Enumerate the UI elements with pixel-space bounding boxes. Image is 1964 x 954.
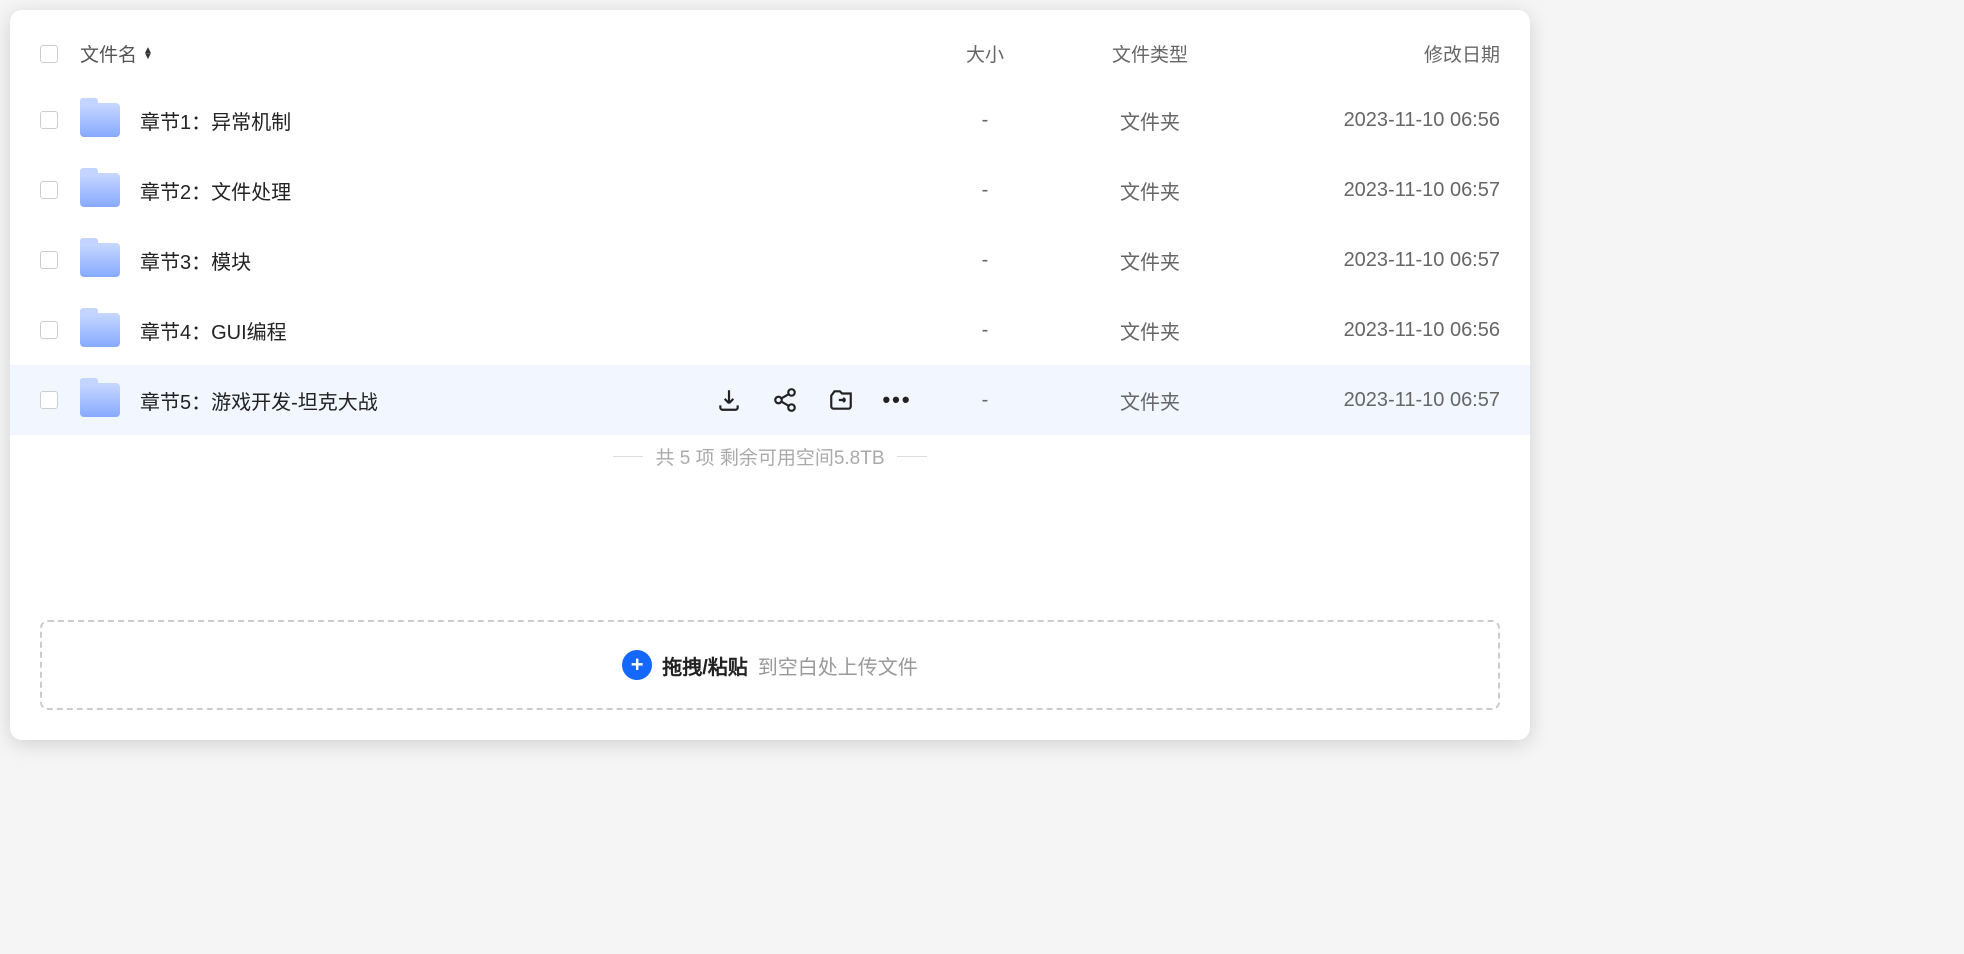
- file-size: -: [910, 249, 1060, 272]
- table-header: 文件名 大小 文件类型 修改日期: [10, 30, 1530, 85]
- column-header-size[interactable]: 大小: [910, 40, 1060, 67]
- row-checkbox[interactable]: [40, 181, 58, 199]
- row-checkbox[interactable]: [40, 391, 58, 409]
- column-header-date[interactable]: 修改日期: [1240, 40, 1500, 67]
- file-date: 2023-11-10 06:57: [1240, 179, 1500, 202]
- folder-icon: [80, 313, 120, 347]
- file-type: 文件夹: [1060, 316, 1240, 345]
- file-size: -: [910, 389, 1060, 412]
- file-date: 2023-11-10 06:57: [1240, 389, 1500, 412]
- file-table: 文件名 大小 文件类型 修改日期 章节1：异常机制: [10, 10, 1530, 610]
- column-header-type[interactable]: 文件类型: [1060, 40, 1240, 67]
- file-type: 文件夹: [1060, 176, 1240, 205]
- file-name: 章节1：异常机制: [140, 106, 291, 135]
- move-icon[interactable]: [828, 387, 854, 413]
- row-checkbox[interactable]: [40, 321, 58, 339]
- table-row[interactable]: 章节1：异常机制 ••• - 文件夹 2023-11-10 06:56: [10, 85, 1530, 155]
- table-row[interactable]: 章节3：模块 ••• - 文件夹 2023-11-10 06:57: [10, 225, 1530, 295]
- column-header-name[interactable]: 文件名: [80, 40, 910, 67]
- table-row[interactable]: 章节2：文件处理 ••• - 文件夹 2023-11-10 06:57: [10, 155, 1530, 225]
- file-name: 章节4：GUI编程: [140, 316, 287, 345]
- folder-icon: [80, 383, 120, 417]
- file-date: 2023-11-10 06:56: [1240, 319, 1500, 342]
- table-row[interactable]: 章节4：GUI编程 ••• - 文件夹 2023-11-10 06:56: [10, 295, 1530, 365]
- file-date: 2023-11-10 06:57: [1240, 249, 1500, 272]
- row-checkbox[interactable]: [40, 251, 58, 269]
- file-type: 文件夹: [1060, 106, 1240, 135]
- file-name: 章节5：游戏开发-坦克大战: [140, 386, 378, 415]
- file-date: 2023-11-10 06:56: [1240, 109, 1500, 132]
- file-name: 章节2：文件处理: [140, 176, 291, 205]
- row-checkbox[interactable]: [40, 111, 58, 129]
- folder-icon: [80, 243, 120, 277]
- table-row[interactable]: 章节5：游戏开发-坦克大战 ••• - 文件夹 2023-11-10 06:57: [10, 365, 1530, 435]
- file-size: -: [910, 319, 1060, 342]
- file-name: 章节3：模块: [140, 246, 251, 275]
- sort-icon[interactable]: [143, 48, 153, 60]
- upload-dropzone[interactable]: + 拖拽/粘贴 到空白处上传文件: [40, 620, 1500, 710]
- file-size: -: [910, 179, 1060, 202]
- file-list: 章节1：异常机制 ••• - 文件夹 2023-11-10 06:56 章节2：…: [10, 85, 1530, 435]
- download-icon[interactable]: [716, 387, 742, 413]
- folder-icon: [80, 173, 120, 207]
- folder-icon: [80, 103, 120, 137]
- column-name-label: 文件名: [80, 40, 137, 67]
- file-type: 文件夹: [1060, 246, 1240, 275]
- row-actions: •••: [716, 387, 910, 413]
- more-icon[interactable]: •••: [884, 387, 910, 413]
- file-size: -: [910, 109, 1060, 132]
- file-manager-window: 文件名 大小 文件类型 修改日期 章节1：异常机制: [10, 10, 1530, 740]
- add-icon: +: [622, 650, 652, 680]
- summary-text: 共 5 项 剩余可用空间5.8TB: [655, 443, 884, 470]
- summary-line: 共 5 项 剩余可用空间5.8TB: [10, 435, 1530, 490]
- share-icon[interactable]: [772, 387, 798, 413]
- dropzone-strong: 拖拽/粘贴: [662, 651, 748, 680]
- file-type: 文件夹: [1060, 386, 1240, 415]
- dropzone-muted: 到空白处上传文件: [758, 651, 918, 680]
- select-all-checkbox[interactable]: [40, 45, 58, 63]
